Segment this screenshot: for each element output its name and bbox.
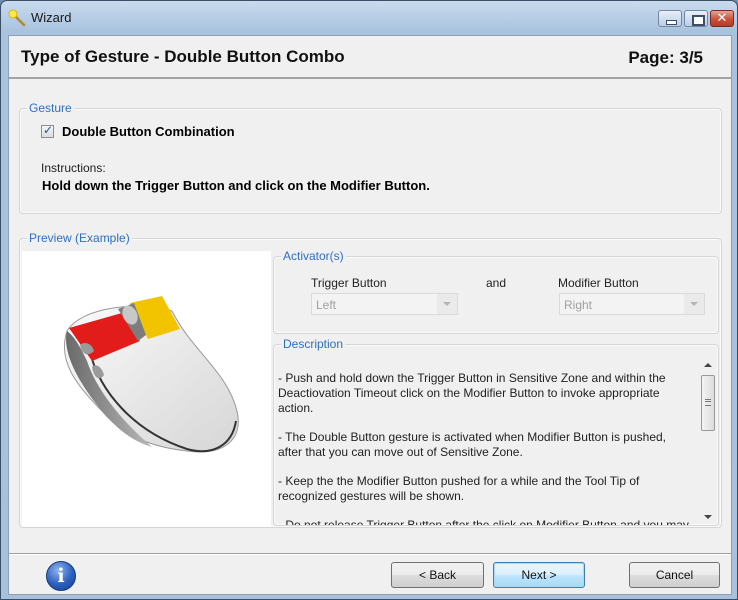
window-title: Wizard <box>31 10 72 25</box>
modifier-button-value: Right <box>564 298 593 312</box>
and-label: and <box>486 276 507 290</box>
chevron-down-icon[interactable] <box>437 294 457 314</box>
trigger-button-label: Trigger Button <box>311 276 387 290</box>
instructions-label: Instructions: <box>41 161 106 175</box>
close-icon: ✕ <box>716 11 728 26</box>
minimize-button[interactable] <box>658 10 682 27</box>
maximize-button[interactable] <box>684 10 708 27</box>
title-bar[interactable]: Wizard ✕ <box>1 1 737 35</box>
scroll-down-arrow-icon[interactable] <box>700 509 716 525</box>
instructions-text: Hold down the Trigger Button and click o… <box>42 178 430 193</box>
preview-image <box>22 251 271 527</box>
activators-legend: Activator(s) <box>281 249 346 263</box>
cancel-button[interactable]: Cancel <box>629 562 720 588</box>
scroll-up-arrow-icon[interactable] <box>700 357 716 373</box>
description-scrollbar[interactable] <box>700 357 716 525</box>
gesture-group: Gesture Double Button Combination Instru… <box>19 101 722 214</box>
description-group: Description - Push and hold down the Tri… <box>273 337 719 526</box>
description-legend: Description <box>281 337 346 351</box>
page-indicator: Page: 3/5 <box>628 48 703 67</box>
gesture-legend: Gesture <box>27 101 74 115</box>
wizard-client-area: Type of Gesture - Double Button Combo Pa… <box>8 35 732 595</box>
trigger-button-select[interactable]: Left <box>311 293 458 315</box>
wizard-header: Type of Gesture - Double Button Combo Pa… <box>9 36 731 79</box>
chevron-down-icon[interactable] <box>684 294 704 314</box>
modifier-button-select[interactable]: Right <box>559 293 705 315</box>
info-icon[interactable]: i <box>46 561 76 591</box>
description-paragraph: - Do not release Trigger Button after th… <box>278 518 689 525</box>
trigger-button-value: Left <box>316 298 337 312</box>
double-button-combination-checkbox[interactable] <box>41 123 54 138</box>
next-button[interactable]: Next > <box>493 562 585 588</box>
description-paragraph: - Keep the the Modifier Button pushed fo… <box>278 474 640 503</box>
scrollbar-thumb[interactable] <box>701 375 715 431</box>
description-paragraph: - The Double Button gesture is activated… <box>278 430 667 459</box>
mouse-icon <box>63 296 239 453</box>
description-paragraph: - Push and hold down the Trigger Button … <box>278 371 666 415</box>
footer-divider <box>9 553 731 555</box>
preview-legend: Preview (Example) <box>27 231 132 245</box>
double-button-combination-label[interactable]: Double Button Combination <box>62 124 235 139</box>
magic-wand-icon <box>8 9 26 27</box>
back-button[interactable]: < Back <box>391 562 484 588</box>
wizard-window: Wizard ✕ Type of Gesture - Double Button… <box>0 0 738 600</box>
description-text: - Push and hold down the Trigger Button … <box>278 371 693 525</box>
activators-group: Activator(s) Trigger Button and Modifier… <box>273 249 719 334</box>
close-button[interactable]: ✕ <box>710 10 734 27</box>
modifier-button-label: Modifier Button <box>558 276 639 290</box>
page-title: Type of Gesture - Double Button Combo <box>21 47 345 66</box>
